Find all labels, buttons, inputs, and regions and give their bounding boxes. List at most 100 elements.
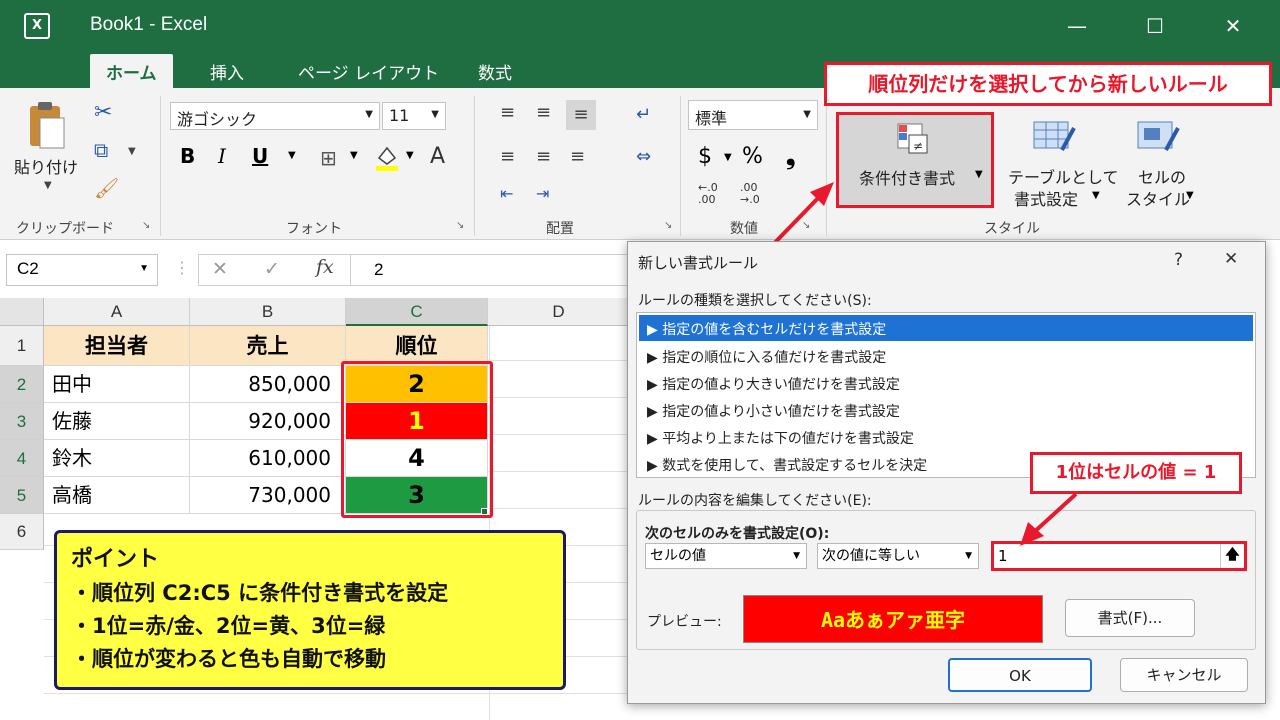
minimize-button[interactable]: —: [1062, 14, 1092, 38]
format-as-table-icon[interactable]: [1032, 120, 1076, 154]
cell-style-label-2[interactable]: スタイル: [1126, 186, 1190, 210]
align-center-icon[interactable]: ≡: [536, 146, 551, 167]
cell-b5[interactable]: 730,000: [190, 477, 346, 514]
condition-type-select[interactable]: セルの値 ▼: [645, 543, 807, 569]
paste-dropdown-icon[interactable]: ▼: [44, 180, 52, 191]
tab-page-layout[interactable]: ページ レイアウト: [298, 59, 439, 84]
tab-insert[interactable]: 挿入: [210, 59, 244, 84]
close-button[interactable]: ✕: [1218, 14, 1248, 38]
row-header-6[interactable]: 6: [0, 514, 44, 550]
align-left-icon[interactable]: ≡: [500, 146, 515, 167]
cell-b4[interactable]: 610,000: [190, 440, 346, 477]
table-format-label-1[interactable]: テーブルとして: [1008, 164, 1119, 188]
rule-type-item[interactable]: ▶ 指定の値より小さい値だけを書式設定: [639, 397, 908, 425]
cell-a5[interactable]: 高橋: [44, 477, 190, 514]
rule-type-item[interactable]: ▶ 指定の値を含むセルだけを書式設定: [639, 315, 1253, 341]
chevron-down-icon[interactable]: ▼: [1092, 190, 1100, 201]
cell-a1[interactable]: 担当者: [44, 326, 190, 366]
tab-home[interactable]: ホーム: [90, 54, 173, 90]
increase-indent-icon[interactable]: ⇥: [536, 184, 549, 203]
row-header-4[interactable]: 4: [0, 440, 44, 477]
comma-button[interactable]: ❟: [786, 142, 795, 170]
alignment-launcher-icon[interactable]: ↘: [664, 220, 672, 231]
rule-type-item[interactable]: ▶ 数式を使用して、書式設定するセルを決定: [639, 451, 935, 479]
column-header-b[interactable]: B: [190, 298, 346, 326]
format-painter-icon[interactable]: 🖌: [94, 176, 119, 200]
underline-dropdown-icon[interactable]: ▼: [288, 150, 296, 161]
cell-style-label-1[interactable]: セルの: [1138, 164, 1186, 188]
column-header-d[interactable]: D: [488, 298, 630, 326]
enter-icon[interactable]: ✓: [264, 258, 280, 280]
number-format-select[interactable]: 標準 ▼: [688, 100, 818, 130]
cell-b1[interactable]: 売上: [190, 326, 346, 366]
rule-type-item[interactable]: ▶ 指定の順位に入る値だけを書式設定: [639, 343, 894, 371]
rule-type-item[interactable]: ▶ 平均より上または下の値だけを書式設定: [639, 424, 922, 452]
merge-center-icon[interactable]: ⇔: [636, 146, 651, 167]
borders-dropdown-icon[interactable]: ▼: [350, 150, 358, 161]
format-button[interactable]: 書式(F)...: [1065, 599, 1195, 637]
column-header-c[interactable]: C: [346, 298, 488, 326]
collapse-dialog-icon[interactable]: 🡅: [1220, 544, 1244, 568]
tab-formulas[interactable]: 数式: [478, 59, 512, 84]
cell-c1[interactable]: 順位: [346, 326, 488, 366]
currency-dropdown-icon[interactable]: ▼: [724, 152, 732, 163]
formula-value[interactable]: 2: [374, 260, 383, 280]
divider: [350, 254, 351, 286]
point-item: ・順位列 C2:C5 に条件付き書式を設定: [71, 581, 449, 605]
percent-button[interactable]: %: [742, 144, 763, 169]
cell-a3[interactable]: 佐藤: [44, 403, 190, 440]
borders-icon[interactable]: ⊞: [320, 146, 337, 170]
fx-icon[interactable]: fx: [316, 256, 334, 278]
align-right-icon[interactable]: ≡: [570, 146, 585, 167]
dialog-close-button[interactable]: ✕: [1224, 249, 1238, 269]
group-label-font: フォント: [286, 221, 342, 237]
column-header-a[interactable]: A: [44, 298, 190, 326]
chevron-down-icon: ▼: [365, 109, 373, 120]
font-name-select[interactable]: 游ゴシック ▼: [170, 102, 380, 130]
row-header-5[interactable]: 5: [0, 477, 44, 514]
chevron-down-icon[interactable]: ▼: [1186, 190, 1194, 201]
fill-dropdown-icon[interactable]: ▼: [406, 150, 414, 161]
operator-select[interactable]: 次の値に等しい ▼: [817, 543, 979, 569]
align-top-icon[interactable]: ≡: [500, 104, 515, 122]
decrease-indent-icon[interactable]: ⇤: [500, 184, 513, 203]
cancel-button[interactable]: キャンセル: [1120, 658, 1248, 692]
row-header-1[interactable]: 1: [0, 326, 44, 366]
ok-button[interactable]: OK: [948, 658, 1092, 692]
chevron-down-icon: ▼: [431, 109, 439, 120]
font-size-select[interactable]: 11 ▼: [382, 102, 446, 130]
select-all-corner[interactable]: [0, 298, 44, 326]
cell-a4[interactable]: 鈴木: [44, 440, 190, 477]
clipboard-launcher-icon[interactable]: ↘: [142, 220, 150, 231]
cell-styles-icon[interactable]: [1136, 120, 1180, 154]
rule-type-item[interactable]: ▶ 指定の値より大きい値だけを書式設定: [639, 370, 908, 398]
bold-button[interactable]: B: [180, 144, 195, 168]
help-button[interactable]: ?: [1174, 250, 1183, 270]
cut-icon[interactable]: ✂: [94, 100, 112, 125]
name-box[interactable]: C2 ▼: [6, 254, 158, 286]
wrap-text-icon[interactable]: ↵: [636, 104, 651, 125]
copy-icon[interactable]: ⧉: [94, 138, 108, 162]
paste-label[interactable]: 貼り付け: [14, 154, 78, 178]
fill-handle[interactable]: [481, 508, 488, 515]
table-format-label-2[interactable]: 書式設定: [1014, 186, 1078, 210]
paste-icon[interactable]: [24, 102, 68, 152]
conditional-formatting-button[interactable]: ≠ 条件付き書式 ▼: [836, 112, 994, 208]
italic-button[interactable]: I: [218, 144, 226, 168]
row-header-3[interactable]: 3: [0, 403, 44, 440]
cell-b3[interactable]: 920,000: [190, 403, 346, 440]
currency-button[interactable]: $: [698, 144, 712, 169]
maximize-button[interactable]: ☐: [1140, 14, 1170, 38]
fill-color-icon[interactable]: [374, 144, 400, 172]
underline-button[interactable]: U: [252, 144, 268, 168]
align-bottom-icon[interactable]: ≡: [566, 100, 596, 130]
cancel-icon[interactable]: ✕: [212, 258, 228, 280]
align-middle-icon[interactable]: ≡: [536, 104, 551, 122]
cell-b2[interactable]: 850,000: [190, 366, 346, 403]
font-launcher-icon[interactable]: ↘: [456, 220, 464, 231]
cell-a2[interactable]: 田中: [44, 366, 190, 403]
font-color-button[interactable]: A: [430, 144, 445, 169]
copy-dropdown-icon[interactable]: ▼: [128, 146, 136, 157]
row-header-2[interactable]: 2: [0, 366, 44, 403]
increase-decimal-button[interactable]: ←.0 .00: [698, 182, 718, 206]
